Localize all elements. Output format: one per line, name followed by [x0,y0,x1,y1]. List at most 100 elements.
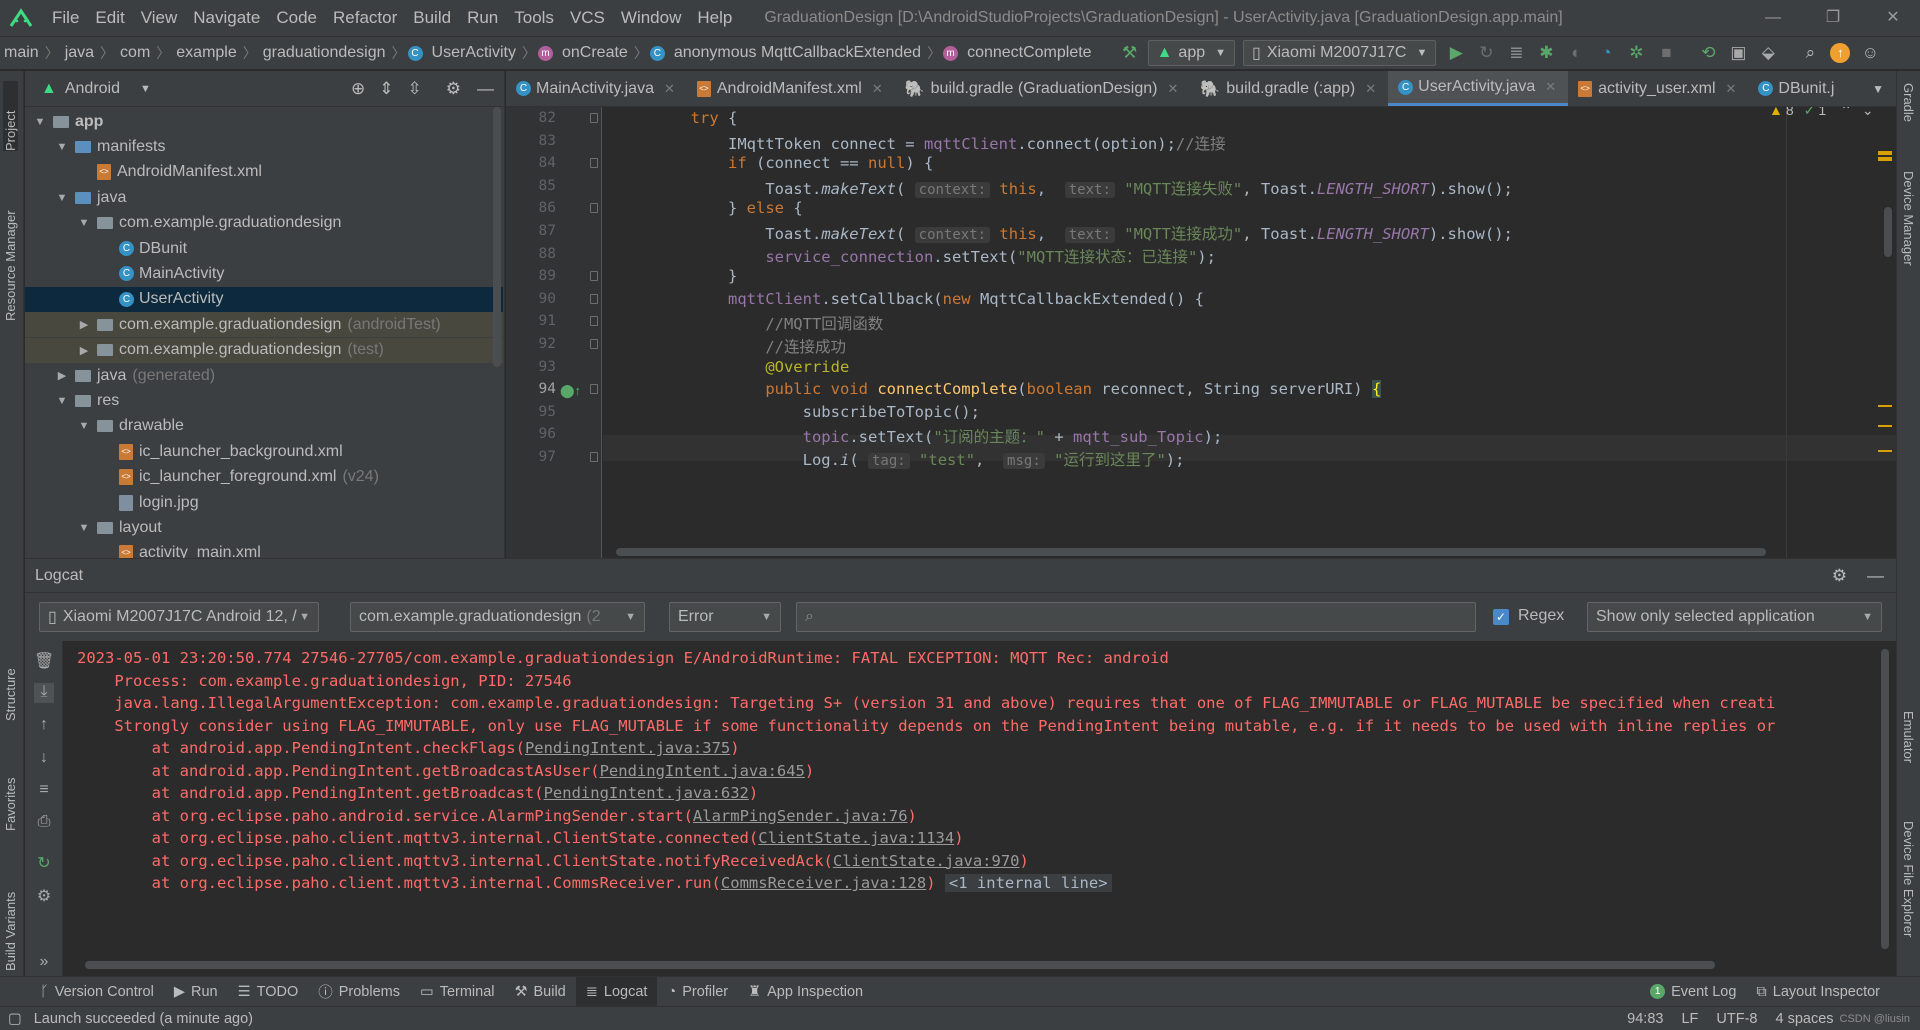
debug-icon[interactable]: ✱ [1536,43,1556,63]
gear-icon[interactable]: ⚙ [446,79,461,99]
run-config-dropdown[interactable]: ▲ app ▼ [1147,40,1236,66]
hide-icon[interactable]: — [477,79,494,99]
fold-icon[interactable] [590,158,598,169]
tree-scrollbar[interactable] [493,107,501,367]
tree-item[interactable]: ▶ java (generated) [25,363,503,388]
menu-refactor[interactable]: Refactor [325,0,405,36]
tree-item[interactable]: <> ic_launcher_foreground.xml (v24) [25,465,503,490]
chevron-down-icon[interactable]: ▼ [55,141,69,153]
status-toggle-icon[interactable]: ▢ [8,1011,22,1027]
code-line[interactable]: public void connectComplete(boolean reco… [616,380,1382,399]
chevron-down-icon[interactable]: ▼ [77,420,91,432]
editor-vertical-scrollbar[interactable] [1884,207,1892,257]
menu-build[interactable]: Build [405,0,459,36]
stack-frame-line[interactable]: at org.eclipse.paho.client.mqttv3.intern… [77,874,1112,892]
app-inspection-tool[interactable]: ♜ App Inspection [738,977,873,1007]
profile-icon[interactable]: ◔ [1596,43,1616,63]
source-link[interactable]: ClientState.java:1134 [758,829,954,847]
tree-item[interactable]: ▼ app [25,109,503,134]
account-icon[interactable]: ☺ [1860,43,1880,63]
menu-navigate[interactable]: Navigate [185,0,268,36]
version-control-tool[interactable]: ᚴ Version Control [30,977,164,1007]
tree-item[interactable]: ▼ res [25,388,503,413]
breadcrumb-com[interactable]: com [116,44,154,62]
source-link[interactable]: PendingIntent.java:375 [525,739,730,757]
tree-item[interactable]: ▼ manifests [25,134,503,159]
stack-frame-line[interactable]: at android.app.PendingIntent.getBroadcas… [77,762,815,780]
editor-tab[interactable]: C UserActivity.java ✕ [1388,71,1569,106]
problems-tool[interactable]: ⓘ Problems [308,977,410,1007]
code-line[interactable]: Toast.makeText( context: this, text: "MQ… [616,177,1513,199]
menu-vcs[interactable]: VCS [562,0,613,36]
chevron-down-icon[interactable]: ▼ [55,395,69,407]
close-icon[interactable]: ✕ [664,81,675,97]
locate-icon[interactable]: ⊕ [351,79,365,99]
tree-item[interactable]: ▶ com.example.graduationdesign (test) [25,337,503,363]
chevron-down-icon[interactable]: ▼ [33,116,47,128]
code-line[interactable]: service_connection.setText("MQTT连接状态：已连接… [616,245,1216,267]
close-icon[interactable]: ✕ [1545,79,1556,95]
chevron-down-icon[interactable]: ⌄ [1862,107,1874,119]
code-line[interactable]: mqttClient.setCallback(new MqttCallbackE… [616,290,1204,308]
favorites-tool-button[interactable]: Favorites [3,751,18,831]
terminal-tool[interactable]: ▭ Terminal [410,977,505,1007]
stack-frame-line[interactable]: at android.app.PendingIntent.checkFlags(… [77,739,740,757]
hide-icon[interactable]: — [1867,566,1884,586]
tree-item[interactable]: C UserActivity [25,286,503,312]
expand-all-icon[interactable]: ⇕ [379,79,393,99]
source-link[interactable]: ClientState.java:970 [833,852,1020,870]
menu-edit[interactable]: Edit [87,0,132,36]
code-line[interactable]: Log.i( tag: "test", msg: "运行到这里了"); [616,448,1184,470]
device-dropdown[interactable]: ▯ Xiaomi M2007J17C ▼ [1243,40,1437,66]
log-line[interactable]: Strongly consider using FLAG_IMMUTABLE, … [77,717,1775,735]
log-search-input[interactable]: ⌕ [796,602,1476,632]
chevron-down-icon[interactable]: ▼ [77,217,91,229]
gear-icon[interactable]: ⚙ [1832,566,1847,586]
hammer-icon[interactable]: ⚒ [1120,43,1140,63]
editor-tab[interactable]: <> activity_user.xml ✕ [1568,71,1748,106]
profiler-tool[interactable]: ◔ Profiler [657,977,738,1007]
breadcrumb-anonymous[interactable]: anonymous MqttCallbackExtended [670,44,925,62]
warning-marker[interactable] [1878,157,1892,161]
breadcrumb-class[interactable]: UserActivity [428,44,520,62]
log-line[interactable]: 2023-05-01 23:20:50.774 27546-27705/com.… [77,649,1169,667]
tree-item[interactable]: ▼ java [25,185,503,210]
close-icon[interactable]: ✕ [872,81,883,97]
layout-inspector-tool[interactable]: ⧉ Layout Inspector [1746,977,1890,1007]
device-select[interactable]: ▯ Xiaomi M2007J17C Android 12, / ▼ [39,602,319,632]
rerun-icon[interactable]: ↻ [1476,43,1496,63]
trash-icon[interactable]: 🗑 [34,651,54,671]
log-vertical-scrollbar[interactable] [1881,649,1889,949]
code-line[interactable]: try { [616,109,738,127]
minimize-icon[interactable]: — [1750,0,1796,36]
editor-tab[interactable]: 🐘 build.gradle (GraduationDesign) ✕ [895,71,1191,106]
regex-checkbox[interactable]: ✓ [1493,609,1509,625]
project-view-selector[interactable]: Android [65,80,120,98]
coverage-icon[interactable]: ◐ [1566,43,1586,63]
sync-gradle-icon[interactable]: ⟲ [1698,43,1718,63]
code-line[interactable]: topic.setText("订阅的主题：" + mqtt_sub_Topic)… [616,425,1223,447]
source-link[interactable]: AlarmPingSender.java:76 [693,807,908,825]
chevron-right-icon[interactable]: ▶ [77,344,91,357]
breadcrumb-main[interactable]: main [0,44,43,62]
editor-tab[interactable]: 🐘 build.gradle (:app) ✕ [1190,71,1388,106]
inspection-widget[interactable]: ▲ 8 ✓ 1 ⌃ ⌄ [1769,107,1874,120]
close-icon[interactable]: ✕ [1870,0,1916,36]
device-manager-icon[interactable]: ▣ [1728,43,1748,63]
menu-file[interactable]: File [44,0,87,36]
log-output[interactable]: 2023-05-01 23:20:50.774 27546-27705/com.… [77,649,1877,949]
process-select[interactable]: com.example.graduationdesign (2 ▼ [350,602,645,632]
source-link[interactable]: CommsReceiver.java:128 [721,874,926,892]
chevron-down-icon[interactable]: ▼ [1860,71,1896,106]
fold-icon[interactable] [590,271,598,282]
code-line[interactable]: } [616,267,737,285]
stack-frame-line[interactable]: at org.eclipse.paho.client.mqttv3.intern… [77,852,1029,870]
breadcrumb-method[interactable]: onCreate [558,44,632,62]
apply-changes-icon[interactable]: ≣ [1506,43,1526,63]
chevron-right-icon[interactable]: ▶ [55,369,69,382]
stack-frame-line[interactable]: at org.eclipse.paho.android.service.Alar… [77,807,917,825]
code-line[interactable]: if (connect == null) { [616,154,933,172]
close-icon[interactable]: ✕ [1365,81,1376,97]
warning-marker[interactable] [1878,405,1892,407]
log-line[interactable]: java.lang.IllegalArgumentException: com.… [77,694,1775,712]
